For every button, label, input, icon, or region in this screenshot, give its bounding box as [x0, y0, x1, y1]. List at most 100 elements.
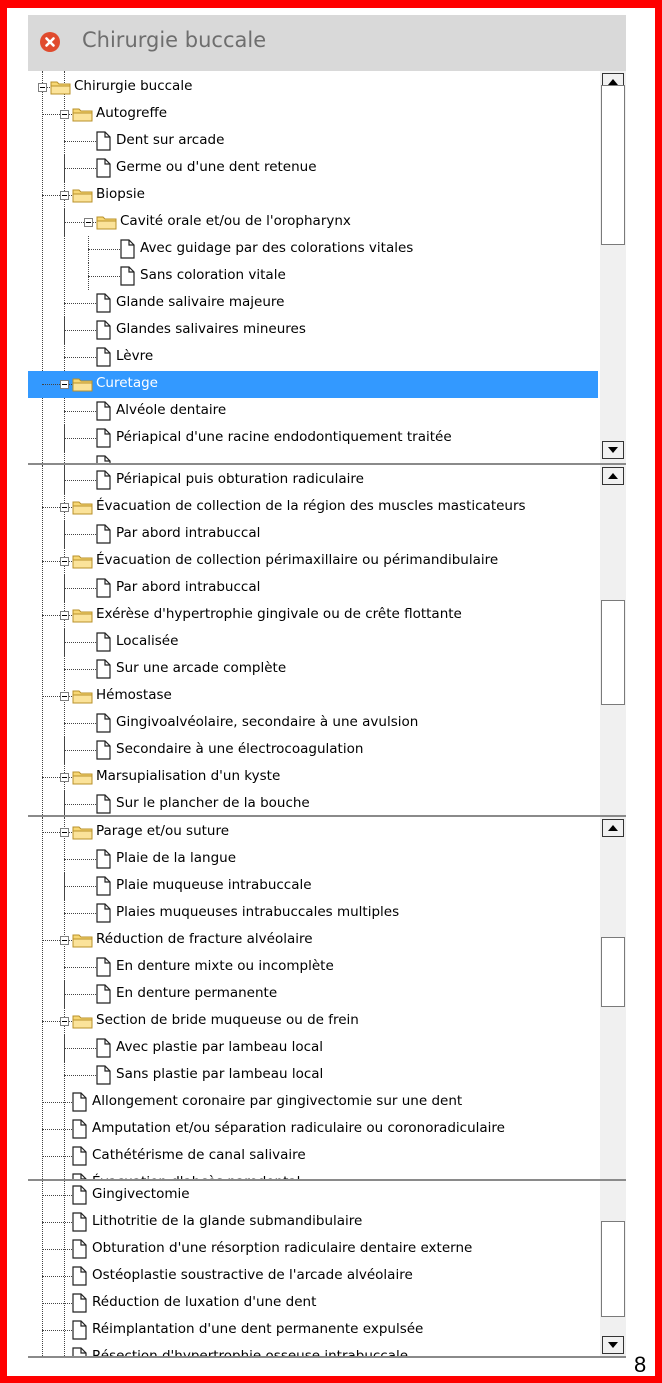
tree-leaf-node[interactable]: Avec guidage par des colorations vitales	[28, 236, 598, 263]
scrollbar-thumb[interactable]	[601, 600, 625, 705]
tree-leaf-node[interactable]: Sur le plancher de la bouche	[28, 791, 598, 815]
tree-node-label: Sans coloration vitale	[140, 267, 286, 283]
tree-leaf-node[interactable]: Gingivectomie	[28, 1182, 598, 1209]
vertical-scrollbar[interactable]	[600, 71, 626, 463]
tree-leaf-node[interactable]: Plaie muqueuse intrabuccale	[28, 873, 598, 900]
vertical-scrollbar[interactable]	[600, 817, 626, 1179]
document-icon	[94, 158, 112, 178]
tree-leaf-node[interactable]: Amputation et/ou séparation radiculaire …	[28, 1116, 598, 1143]
tree-guide-line	[64, 737, 65, 764]
tree-leaf-node[interactable]: Plaie de la langue	[28, 846, 598, 873]
collapse-toggle-icon[interactable]	[60, 1017, 69, 1026]
tree-connector	[42, 1222, 72, 1223]
tree-folder-node[interactable]: Exérèse d'hypertrophie gingivale ou de c…	[28, 602, 598, 629]
tree-folder-node[interactable]: Évacuation de collection périmaxillaire …	[28, 548, 598, 575]
tree-leaf-node[interactable]: Dent sur arcade	[28, 128, 598, 155]
tree-leaf-node[interactable]	[28, 452, 598, 463]
tree-leaf-node[interactable]: En denture permanente	[28, 981, 598, 1008]
tree-pane-1[interactable]: Chirurgie buccale Autogreffe Dent sur arca…	[28, 71, 626, 465]
tree-leaf-node[interactable]: Obturation d'une résorption radiculaire …	[28, 1236, 598, 1263]
tree-folder-node[interactable]: Réduction de fracture alvéolaire	[28, 927, 598, 954]
document-icon	[118, 266, 136, 286]
tree-leaf-node[interactable]: Évacuation d'abcès parodontal	[28, 1170, 598, 1179]
tree-folder-node[interactable]: Biopsie	[28, 182, 598, 209]
tree-guide-line	[64, 425, 65, 452]
tree-pane-4[interactable]: Gingivectomie Lithotritie de la glande su…	[28, 1181, 626, 1358]
tree-node-label: Plaie de la langue	[116, 850, 237, 866]
tree-leaf-node[interactable]: Gingivoalvéolaire, secondaire à une avul…	[28, 710, 598, 737]
tree-folder-node[interactable]: Cavité orale et/ou de l'oropharynx	[28, 209, 598, 236]
tree-folder-node[interactable]: Hémostase	[28, 683, 598, 710]
tree-leaf-node[interactable]: Lithotritie de la glande submandibulaire	[28, 1209, 598, 1236]
tree-connector	[64, 642, 96, 643]
scroll-down-button[interactable]	[602, 441, 624, 459]
tree-leaf-node[interactable]: Réimplantation d'une dent permanente exp…	[28, 1317, 598, 1344]
folder-icon	[72, 932, 94, 948]
tree-leaf-node[interactable]: Secondaire à une électrocoagulation	[28, 737, 598, 764]
window-title: Chirurgie buccale	[82, 28, 267, 52]
collapse-toggle-icon[interactable]	[60, 503, 69, 512]
tree-leaf-node[interactable]: Cathétérisme de canal salivaire	[28, 1143, 598, 1170]
tree-leaf-node[interactable]: Résection d'hypertrophie osseuse intrabu…	[28, 1344, 598, 1356]
scrollbar-thumb[interactable]	[601, 937, 625, 1007]
tree-pane-2[interactable]: Périapical puis obturation radiculaire Év…	[28, 465, 626, 817]
tree-leaf-node[interactable]: Sans coloration vitale	[28, 263, 598, 290]
tree-leaf-node[interactable]: Avec plastie par lambeau local	[28, 1035, 598, 1062]
document-icon	[70, 1239, 88, 1259]
scrollbar-thumb[interactable]	[601, 1221, 625, 1317]
document-icon	[70, 1266, 88, 1286]
scrollbar-thumb[interactable]	[601, 85, 625, 245]
tree-node-label: Localisée	[116, 633, 179, 649]
collapse-toggle-icon[interactable]	[60, 773, 69, 782]
tree-folder-node[interactable]: Curetage	[28, 371, 598, 398]
tree-node-label: Autogreffe	[96, 105, 168, 121]
collapse-toggle-icon[interactable]	[60, 828, 69, 837]
tree-leaf-node[interactable]: Réduction de luxation d'une dent	[28, 1290, 598, 1317]
tree-guide-line	[64, 954, 65, 981]
vertical-scrollbar[interactable]	[600, 465, 626, 815]
scroll-up-button[interactable]	[602, 819, 624, 837]
tree-node-label: Curetage	[96, 375, 158, 391]
tree-leaf-node[interactable]: Sur une arcade complète	[28, 656, 598, 683]
collapse-toggle-icon[interactable]	[60, 380, 69, 389]
tree-leaf-node[interactable]: Périapical puis obturation radiculaire	[28, 467, 598, 494]
tree-leaf-node[interactable]: Périapical d'une racine endodontiquement…	[28, 425, 598, 452]
vertical-scrollbar[interactable]	[600, 1181, 626, 1356]
collapse-toggle-icon[interactable]	[60, 110, 69, 119]
close-icon[interactable]	[40, 32, 60, 52]
tree-folder-node[interactable]: Section de bride muqueuse ou de frein	[28, 1008, 598, 1035]
collapse-toggle-icon[interactable]	[38, 83, 47, 92]
tree-leaf-node[interactable]: Glandes salivaires mineures	[28, 317, 598, 344]
document-icon	[94, 578, 112, 598]
tree-leaf-node[interactable]: Germe ou d'une dent retenue	[28, 155, 598, 182]
collapse-toggle-icon[interactable]	[60, 936, 69, 945]
collapse-toggle-icon[interactable]	[84, 218, 93, 227]
collapse-toggle-icon[interactable]	[60, 191, 69, 200]
tree-connector	[88, 249, 120, 250]
tree-folder-node[interactable]: Marsupialisation d'un kyste	[28, 764, 598, 791]
tree-leaf-node[interactable]: Ostéoplastie soustractive de l'arcade al…	[28, 1263, 598, 1290]
tree-node-label: Avec guidage par des colorations vitales	[140, 240, 414, 256]
tree-leaf-node[interactable]: Allongement coronaire par gingivectomie …	[28, 1089, 598, 1116]
tree-pane-3[interactable]: Parage et/ou suture Plaie de la langue Pla…	[28, 817, 626, 1181]
tree-folder-node[interactable]: Parage et/ou suture	[28, 819, 598, 846]
scroll-up-button[interactable]	[602, 467, 624, 485]
tree-leaf-node[interactable]: Par abord intrabuccal	[28, 575, 598, 602]
tree-guide-line	[64, 846, 65, 873]
collapse-toggle-icon[interactable]	[60, 692, 69, 701]
tree-leaf-node[interactable]: Sans plastie par lambeau local	[28, 1062, 598, 1089]
scroll-down-button[interactable]	[602, 1336, 624, 1354]
tree-folder-node[interactable]: Autogreffe	[28, 101, 598, 128]
tree-leaf-node[interactable]: Glande salivaire majeure	[28, 290, 598, 317]
tree-leaf-node[interactable]: En denture mixte ou incomplète	[28, 954, 598, 981]
collapse-toggle-icon[interactable]	[60, 557, 69, 566]
tree-leaf-node[interactable]: Par abord intrabuccal	[28, 521, 598, 548]
tree-leaf-node[interactable]: Plaies muqueuses intrabuccales multiples	[28, 900, 598, 927]
tree-leaf-node[interactable]: Lèvre	[28, 344, 598, 371]
tree-leaf-node[interactable]: Localisée	[28, 629, 598, 656]
collapse-toggle-icon[interactable]	[60, 611, 69, 620]
tree-folder-node[interactable]: Évacuation de collection de la région de…	[28, 494, 598, 521]
document-icon	[70, 1119, 88, 1139]
tree-folder-node[interactable]: Chirurgie buccale	[28, 74, 598, 101]
tree-leaf-node[interactable]: Alvéole dentaire	[28, 398, 598, 425]
